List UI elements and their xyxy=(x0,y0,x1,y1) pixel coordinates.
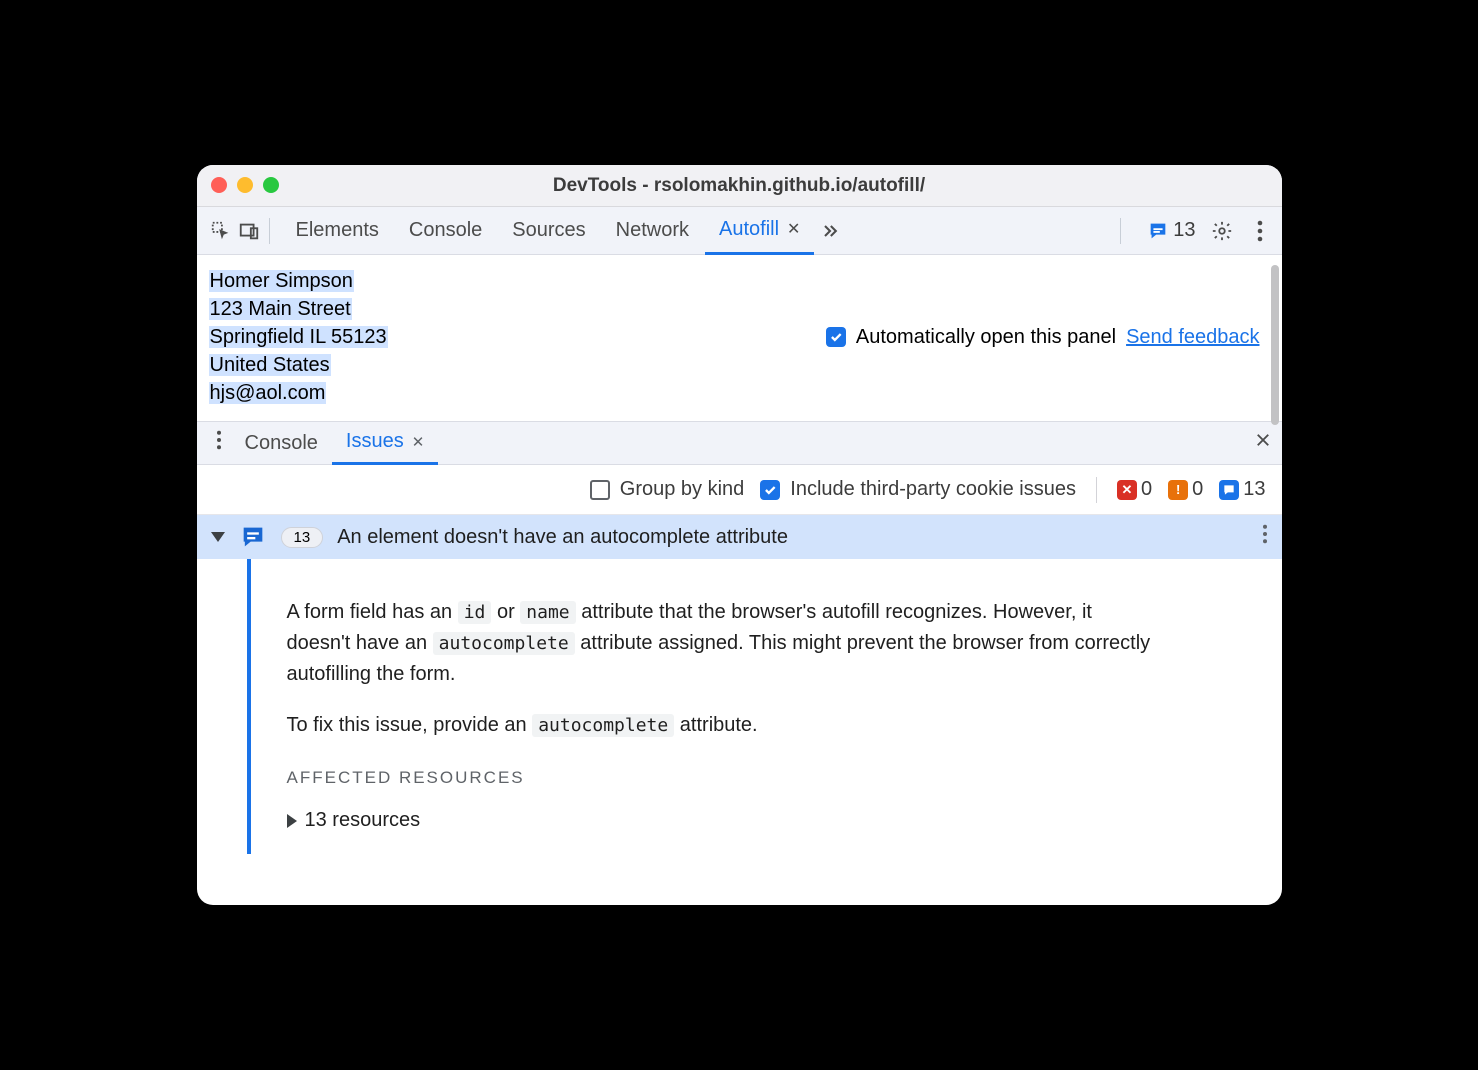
drawer-menu-icon[interactable] xyxy=(207,430,231,456)
close-tab-icon[interactable]: ✕ xyxy=(412,433,425,451)
tab-elements[interactable]: Elements xyxy=(282,207,393,255)
issue-header-row[interactable]: 13 An element doesn't have an autocomple… xyxy=(197,515,1282,559)
autofill-panel: Homer Simpson 123 Main Street Springfiel… xyxy=(197,255,1282,421)
severity-info-count[interactable]: 13 xyxy=(1219,478,1265,501)
issue-menu-icon[interactable] xyxy=(1262,524,1268,550)
issue-info-icon xyxy=(239,523,267,551)
third-party-checkbox[interactable] xyxy=(760,480,780,500)
minimize-window-button[interactable] xyxy=(237,177,253,193)
traffic-lights xyxy=(211,177,279,193)
autofill-city-line: Springfield IL 55123 xyxy=(209,326,388,348)
window-title: DevTools - rsolomakhin.github.io/autofil… xyxy=(553,175,925,197)
autofill-preview-block: Homer Simpson 123 Main Street Springfiel… xyxy=(209,267,388,407)
maximize-window-button[interactable] xyxy=(263,177,279,193)
toolbar-divider xyxy=(269,218,270,244)
autofill-email: hjs@aol.com xyxy=(209,382,327,404)
drawer-tabs: Console Issues ✕ xyxy=(197,421,1282,465)
tab-sources[interactable]: Sources xyxy=(498,207,599,255)
close-drawer-icon[interactable] xyxy=(1254,431,1272,455)
device-toolbar-icon[interactable] xyxy=(235,220,263,242)
group-by-kind-checkbox[interactable] xyxy=(590,480,610,500)
tab-network[interactable]: Network xyxy=(602,207,703,255)
expand-caret-icon[interactable] xyxy=(211,532,225,542)
issues-counter[interactable]: 13 xyxy=(1147,219,1195,242)
tab-autofill[interactable]: Autofill ✕ xyxy=(705,207,814,255)
severity-warn-count[interactable]: ! 0 xyxy=(1168,478,1203,501)
affected-resources-toggle[interactable]: 13 resources xyxy=(287,805,1161,836)
issue-title: An element doesn't have an autocomplete … xyxy=(337,526,1247,549)
autofill-name: Homer Simpson xyxy=(209,270,354,292)
issue-body: A form field has an id or name attribute… xyxy=(197,559,1282,854)
kebab-menu-icon[interactable] xyxy=(1248,220,1272,242)
autofill-street: 123 Main Street xyxy=(209,298,352,320)
auto-open-label: Automatically open this panel xyxy=(856,326,1116,349)
group-by-kind-control[interactable]: Group by kind xyxy=(590,478,745,501)
scrollbar-thumb[interactable] xyxy=(1271,265,1279,425)
titlebar: DevTools - rsolomakhin.github.io/autofil… xyxy=(197,165,1282,207)
tab-console[interactable]: Console xyxy=(395,207,496,255)
third-party-control[interactable]: Include third-party cookie issues xyxy=(760,478,1076,501)
devtools-window: DevTools - rsolomakhin.github.io/autofil… xyxy=(197,165,1282,905)
expand-resources-icon[interactable] xyxy=(287,814,297,828)
more-tabs-icon[interactable] xyxy=(816,221,844,241)
info-badge-icon xyxy=(1219,480,1239,500)
close-tab-icon[interactable]: ✕ xyxy=(787,219,800,239)
autofill-country: United States xyxy=(209,354,331,376)
autofill-panel-controls: Automatically open this panel Send feedb… xyxy=(826,267,1260,407)
issues-filter-bar: Group by kind Include third-party cookie… xyxy=(197,465,1282,515)
close-window-button[interactable] xyxy=(211,177,227,193)
issue-count-pill: 13 xyxy=(281,527,324,548)
settings-icon[interactable] xyxy=(1210,220,1234,242)
panel-tabs: Elements Console Sources Network Autofil… xyxy=(282,207,1115,255)
severity-error-count[interactable]: ✕ 0 xyxy=(1117,478,1152,501)
issue-description-paragraph: A form field has an id or name attribute… xyxy=(287,597,1161,690)
error-badge-icon: ✕ xyxy=(1117,480,1137,500)
inspect-element-icon[interactable] xyxy=(207,220,235,242)
filter-divider xyxy=(1096,477,1097,503)
auto-open-checkbox[interactable] xyxy=(826,327,846,347)
main-toolbar: Elements Console Sources Network Autofil… xyxy=(197,207,1282,255)
drawer-tab-issues[interactable]: Issues ✕ xyxy=(332,421,438,465)
issue-fix-paragraph: To fix this issue, provide an autocomple… xyxy=(287,710,1161,741)
drawer-tab-console[interactable]: Console xyxy=(231,421,332,465)
warn-badge-icon: ! xyxy=(1168,480,1188,500)
toolbar-divider xyxy=(1120,218,1121,244)
send-feedback-link[interactable]: Send feedback xyxy=(1126,326,1259,349)
affected-resources-heading: AFFECTED RESOURCES xyxy=(287,765,1161,791)
